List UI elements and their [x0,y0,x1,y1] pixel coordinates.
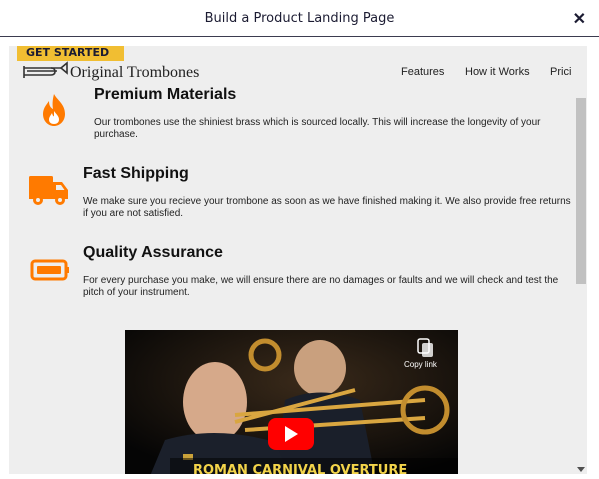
video-caption: ROMAN CARNIVAL OVERTURE [193,463,407,474]
nav-link-how-it-works[interactable]: How it Works [465,66,530,78]
scroll-down-arrow-icon[interactable] [577,467,585,472]
trombone-logo-icon [23,61,68,78]
nav-link-pricing[interactable]: Prici [550,66,571,78]
truck-icon [29,176,68,205]
feature-fast-shipping: Fast Shipping We make sure you recieve y… [9,163,579,227]
feature-text: For every purchase you make, we will ens… [83,275,559,298]
video-embed[interactable]: ROMAN CARNIVAL OVERTURE Copy link [125,330,458,474]
feature-text: Our trombones use the shiniest brass whi… [94,117,541,140]
video-thumbnail: ROMAN CARNIVAL OVERTURE Copy link [125,330,458,474]
feature-title: Fast Shipping [83,165,189,182]
fire-icon [43,94,65,126]
battery-icon [30,259,69,281]
scrollbar[interactable] [575,98,587,474]
close-icon[interactable]: ✕ [573,9,586,29]
play-button[interactable] [268,418,314,450]
copy-link-label: Copy link [404,360,438,369]
window-title: Build a Product Landing Page [204,11,395,26]
feature-premium-materials: Premium Materials Our trombones use the … [9,84,579,148]
get-started-banner[interactable]: GET STARTED [17,46,124,61]
logo-text: Original Trombones [70,64,200,81]
feature-quality-assurance: Quality Assurance For every purchase you… [9,242,579,306]
feature-title: Quality Assurance [83,244,223,261]
preview-frame: GET STARTED Original Trombones Features … [9,46,587,474]
feature-text: We make sure you recieve your trombone a… [83,196,571,219]
window-titlebar: Build a Product Landing Page ✕ [0,0,599,37]
nav-link-features[interactable]: Features [401,66,444,78]
scrollbar-thumb[interactable] [576,98,586,284]
feature-title: Premium Materials [94,86,237,103]
